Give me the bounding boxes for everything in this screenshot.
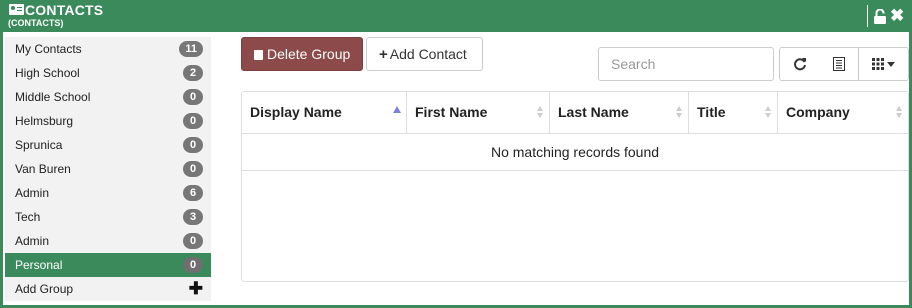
column-label: Title	[697, 104, 726, 120]
sidebar-item-admin-2[interactable]: Admin 0	[5, 229, 211, 253]
column-header-display-name[interactable]: Display Name	[242, 92, 407, 133]
count-badge: 11	[179, 41, 203, 57]
add-group-label: Add Group	[15, 282, 74, 296]
sort-icon	[537, 106, 544, 119]
trash-icon	[254, 50, 263, 60]
contacts-window: CONTACTS (CONTACTS) ✖ My Contacts 11 Hig…	[0, 0, 912, 308]
sidebar-item-admin[interactable]: Admin 6	[5, 181, 211, 205]
title-divider	[867, 5, 868, 27]
count-badge: 0	[183, 161, 203, 177]
contacts-table: Display Name First Name Last Name Title …	[241, 91, 909, 282]
table-header: Display Name First Name Last Name Title …	[242, 92, 908, 134]
column-label: First Name	[415, 104, 488, 120]
sidebar-item-label: Middle School	[15, 90, 91, 104]
add-contact-label: Add Contact	[389, 46, 467, 62]
search-input[interactable]	[598, 47, 774, 81]
plus-icon: +	[379, 46, 388, 63]
sidebar-item-van-buren[interactable]: Van Buren 0	[5, 157, 211, 181]
delete-group-label: Delete Group	[267, 46, 351, 62]
count-badge: 0	[183, 233, 203, 249]
empty-table-message: No matching records found	[242, 134, 908, 171]
plus-icon: ✚	[188, 279, 203, 298]
sidebar-item-label: Sprunica	[15, 138, 63, 152]
sidebar-item-high-school[interactable]: High School 2	[5, 61, 211, 85]
sidebar-item-label: Personal	[15, 258, 63, 272]
group-sidebar: My Contacts 11 High School 2 Middle Scho…	[5, 37, 211, 301]
contact-card-icon	[9, 4, 24, 15]
count-badge: 3	[183, 209, 203, 225]
column-label: Display Name	[250, 104, 342, 120]
delete-group-button[interactable]: Delete Group	[241, 37, 363, 71]
window-title: CONTACTS	[25, 2, 104, 18]
column-header-company[interactable]: Company	[778, 92, 908, 133]
column-label: Company	[786, 104, 850, 120]
sidebar-item-sprunica[interactable]: Sprunica 0	[5, 133, 211, 157]
sidebar-item-label: High School	[15, 66, 80, 80]
sidebar-item-tech[interactable]: Tech 3	[5, 205, 211, 229]
window-subtitle: (CONTACTS)	[8, 18, 64, 28]
sidebar-item-label: Admin	[15, 234, 50, 248]
column-header-last-name[interactable]: Last Name	[550, 92, 689, 133]
toggle-view-button[interactable]	[819, 47, 859, 81]
count-badge: 6	[183, 185, 203, 201]
sidebar-item-helmsburg[interactable]: Helmsburg 0	[5, 109, 211, 133]
column-header-first-name[interactable]: First Name	[407, 92, 550, 133]
sidebar-item-middle-school[interactable]: Middle School 0	[5, 85, 211, 109]
sidebar-item-label: Tech	[15, 210, 41, 224]
sidebar-item-label: Helmsburg	[15, 114, 74, 128]
close-icon[interactable]: ✖	[890, 7, 904, 24]
unlock-icon[interactable]	[874, 9, 886, 24]
column-header-title[interactable]: Title	[689, 92, 778, 133]
count-badge: 0	[183, 113, 203, 129]
add-group-item[interactable]: Add Group ✚	[5, 277, 211, 301]
sidebar-item-personal[interactable]: Personal 0	[5, 253, 211, 277]
count-badge: 2	[183, 65, 203, 81]
add-contact-button[interactable]: + Add Contact	[366, 37, 483, 71]
sort-ascending-icon	[393, 106, 401, 113]
title-bar: CONTACTS (CONTACTS) ✖	[3, 0, 909, 32]
sidebar-item-my-contacts[interactable]: My Contacts 11	[5, 37, 211, 61]
column-label: Last Name	[558, 104, 629, 120]
count-badge: 0	[183, 137, 203, 153]
sidebar-item-label: My Contacts	[15, 42, 82, 56]
sort-icon	[765, 106, 772, 119]
count-badge: 0	[183, 89, 203, 105]
grid-icon	[871, 58, 884, 71]
caret-down-icon	[887, 61, 896, 67]
refresh-icon	[793, 57, 806, 71]
count-badge: 0	[183, 257, 203, 273]
sidebar-item-label: Admin	[15, 186, 50, 200]
columns-icon	[832, 56, 845, 71]
columns-dropdown-button[interactable]	[858, 47, 909, 81]
sort-icon	[896, 106, 903, 119]
sidebar-item-label: Van Buren	[15, 162, 71, 176]
refresh-button[interactable]	[779, 47, 820, 81]
sort-icon	[676, 106, 683, 119]
